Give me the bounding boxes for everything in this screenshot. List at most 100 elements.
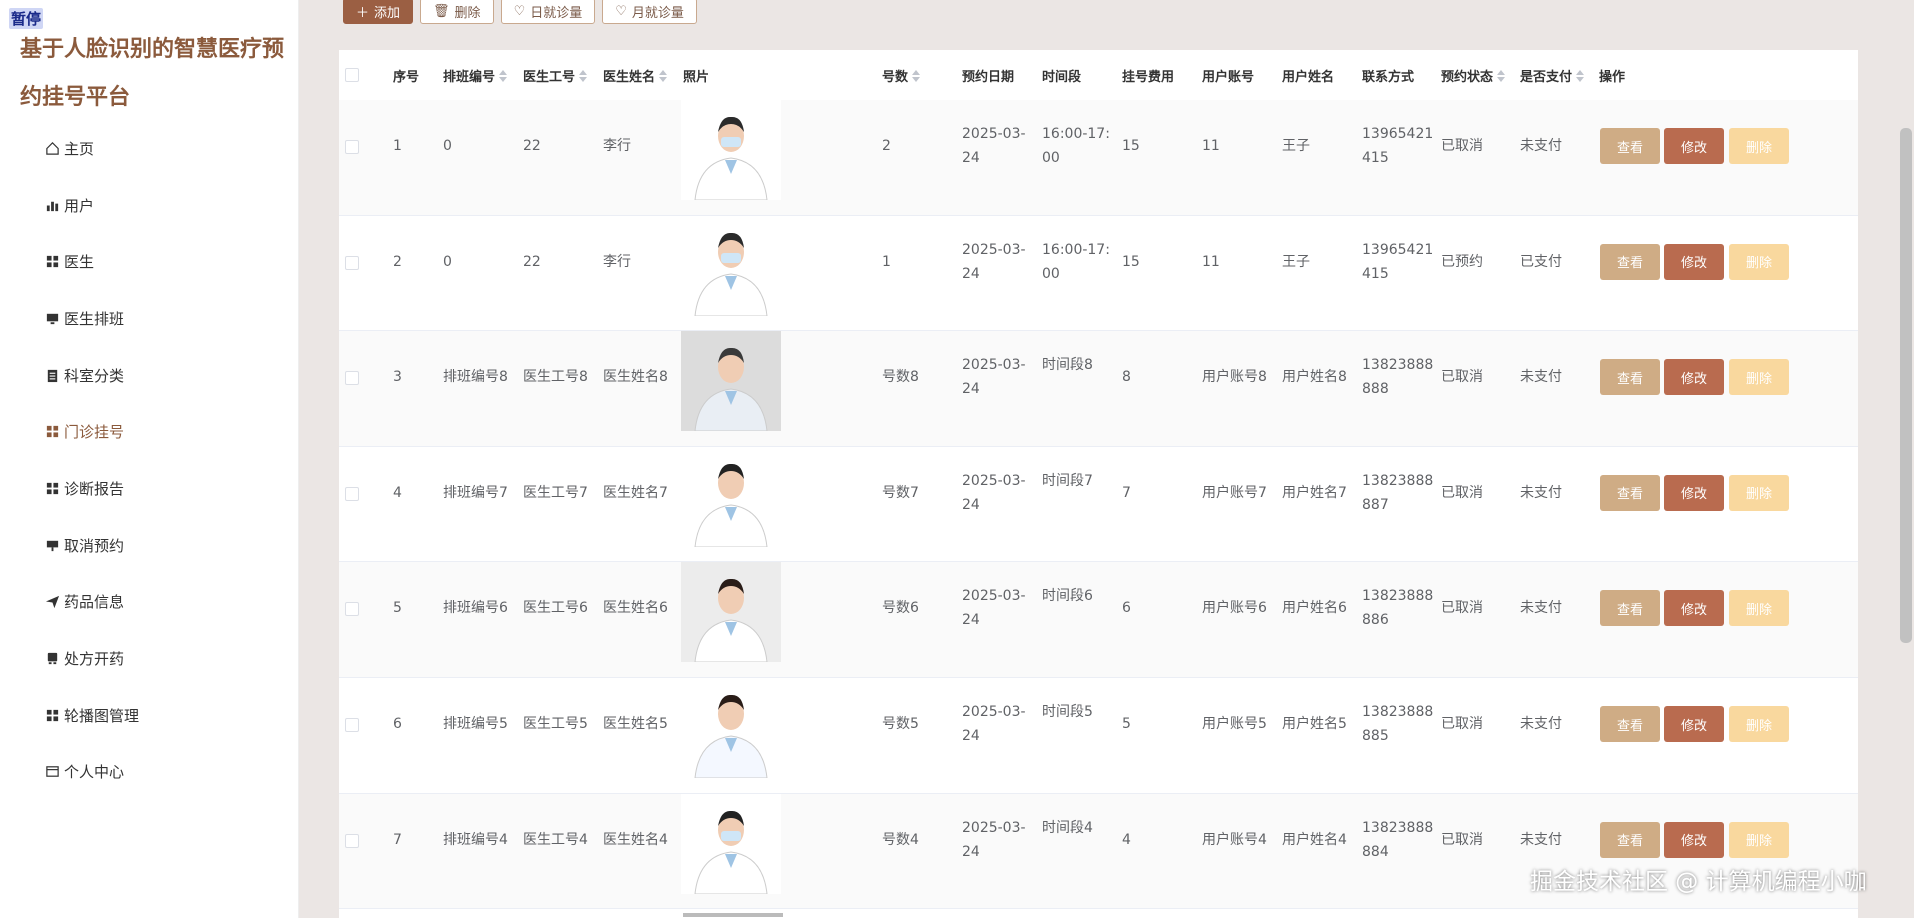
cell-date: 2025-03-24 bbox=[962, 704, 1026, 744]
row-checkbox[interactable] bbox=[345, 602, 359, 617]
column-header-label: 联系方式 bbox=[1362, 70, 1415, 85]
row-delete-button[interactable]: 删除 bbox=[1729, 821, 1789, 858]
cell-index: 1 bbox=[393, 138, 402, 154]
sidebar-item-6[interactable]: 门诊挂号 bbox=[0, 403, 299, 460]
row-view-button[interactable]: 查看 bbox=[1600, 474, 1660, 511]
sidebar-item-12[interactable]: 个人中心 bbox=[0, 744, 299, 801]
column-header-schedule-no[interactable]: 排班编号 bbox=[443, 66, 508, 85]
row-delete-button[interactable]: 删除 bbox=[1729, 474, 1789, 511]
cell-doctor-name: 医生姓名6 bbox=[603, 600, 668, 617]
row-delete-button[interactable]: 删除 bbox=[1729, 128, 1789, 164]
row-edit-button[interactable]: 修改 bbox=[1664, 359, 1724, 396]
sidebar-item-11[interactable]: 轮播图管理 bbox=[0, 687, 299, 744]
monthly-visits-button[interactable]: ♡ 月就诊量 bbox=[602, 0, 697, 24]
cell-paid: 已支付 bbox=[1520, 253, 1562, 270]
column-header-label: 序号 bbox=[393, 70, 420, 85]
cell-paid: 未支付 bbox=[1520, 484, 1562, 501]
sort-icon[interactable] bbox=[1576, 69, 1585, 82]
column-header-label: 操作 bbox=[1599, 70, 1626, 85]
delete-button[interactable]: 🗑 删除 bbox=[420, 0, 494, 24]
row-edit-button[interactable]: 修改 bbox=[1664, 243, 1724, 280]
row-view-button[interactable]: 查看 bbox=[1600, 359, 1660, 396]
delete-button-label: 删除 bbox=[454, 5, 481, 21]
row-view-button[interactable]: 查看 bbox=[1600, 590, 1660, 627]
cell-date: 2025-03-24 bbox=[962, 588, 1026, 629]
column-header-status[interactable]: 预约状态 bbox=[1441, 66, 1506, 85]
cell-schedule-no: 排班编号4 bbox=[443, 831, 508, 848]
column-header-actions: 操作 bbox=[1599, 66, 1625, 85]
cell-time-slot: 时间段6 bbox=[1042, 588, 1093, 605]
daily-visits-button[interactable]: ♡ 日就诊量 bbox=[500, 0, 596, 24]
column-header-doctor-name[interactable]: 医生姓名 bbox=[603, 66, 668, 85]
column-header-label: 医生工号 bbox=[523, 70, 576, 85]
row-delete-button[interactable]: 删除 bbox=[1729, 243, 1789, 280]
column-header-label: 预约状态 bbox=[1441, 70, 1494, 85]
column-header-doctor-no[interactable]: 医生工号 bbox=[523, 66, 588, 85]
cell-user-account: 用户账号7 bbox=[1202, 484, 1267, 501]
sidebar-item-4[interactable]: 医生排班 bbox=[0, 290, 299, 347]
column-header-user-name: 用户姓名 bbox=[1282, 66, 1334, 85]
sidebar-item-7[interactable]: 诊断报告 bbox=[0, 460, 299, 517]
sidebar-item-10[interactable]: 处方开药 bbox=[0, 630, 299, 687]
heart-icon: ♡ bbox=[615, 3, 627, 19]
horizontal-scrollbar[interactable] bbox=[683, 913, 783, 917]
row-edit-button[interactable]: 修改 bbox=[1664, 821, 1724, 858]
sidebar-item-2[interactable]: 用户 bbox=[0, 177, 299, 234]
row-checkbox[interactable] bbox=[345, 371, 359, 386]
sidebar-item-9[interactable]: 药品信息 bbox=[0, 574, 299, 631]
row-edit-button[interactable]: 修改 bbox=[1664, 128, 1724, 164]
cell-index: 4 bbox=[393, 484, 402, 501]
row-delete-button[interactable]: 删除 bbox=[1729, 359, 1789, 396]
row-checkbox[interactable] bbox=[345, 718, 359, 732]
cell-paid: 未支付 bbox=[1520, 716, 1562, 732]
row-view-button[interactable]: 查看 bbox=[1600, 706, 1660, 742]
cell-date: 2025-03-24 bbox=[962, 126, 1026, 166]
doctor-photo bbox=[681, 562, 781, 663]
sidebar-item-3[interactable]: 医生 bbox=[0, 233, 299, 290]
row-view-button[interactable]: 查看 bbox=[1600, 821, 1660, 858]
row-edit-button[interactable]: 修改 bbox=[1664, 590, 1724, 627]
column-header-paid[interactable]: 是否支付 bbox=[1520, 66, 1585, 85]
row-checkbox[interactable] bbox=[345, 140, 359, 154]
table-header: 序号 排班编号 医生工号 医生姓名 照片 号数 预约日期 时间段 挂号费用 用户账号 用户姓名 联系方… bbox=[339, 50, 1858, 100]
row-checkbox[interactable] bbox=[345, 833, 359, 848]
cell-date: 2025-03-24 bbox=[962, 241, 1026, 282]
cell-doctor-name: 医生姓名7 bbox=[603, 484, 668, 501]
cell-index: 7 bbox=[393, 831, 402, 848]
cell-schedule-no: 排班编号8 bbox=[443, 369, 508, 386]
sort-icon[interactable] bbox=[579, 69, 588, 82]
cell-fee: 5 bbox=[1122, 716, 1131, 732]
sidebar-item-1[interactable]: 主页 bbox=[0, 120, 299, 177]
cell-time-slot: 时间段5 bbox=[1042, 704, 1093, 720]
sort-icon[interactable] bbox=[659, 69, 668, 82]
cell-user-account: 用户账号6 bbox=[1202, 600, 1267, 617]
column-header-time-slot: 时间段 bbox=[1042, 66, 1081, 85]
select-all-checkbox[interactable] bbox=[345, 68, 359, 82]
row-delete-button[interactable]: 删除 bbox=[1729, 590, 1789, 627]
cell-number: 号数5 bbox=[882, 716, 919, 732]
row-view-button[interactable]: 查看 bbox=[1600, 243, 1660, 280]
sort-icon[interactable] bbox=[1497, 69, 1506, 82]
cell-number: 号数4 bbox=[882, 831, 919, 848]
row-delete-button[interactable]: 删除 bbox=[1729, 706, 1789, 742]
grid-icon bbox=[44, 424, 60, 440]
vertical-scrollbar[interactable] bbox=[1900, 128, 1912, 643]
sidebar-item-8[interactable]: 取消预约 bbox=[0, 517, 299, 574]
row-edit-button[interactable]: 修改 bbox=[1664, 474, 1724, 511]
sort-icon[interactable] bbox=[912, 69, 921, 82]
row-checkbox[interactable] bbox=[345, 486, 359, 501]
cell-contact: 13965421415 bbox=[1362, 126, 1434, 166]
cell-doctor-name: 医生姓名5 bbox=[603, 716, 668, 732]
row-checkbox[interactable] bbox=[345, 255, 359, 270]
sort-icon[interactable] bbox=[499, 69, 508, 82]
add-button[interactable]: ＋添加 bbox=[343, 0, 414, 24]
column-header-number[interactable]: 号数 bbox=[882, 66, 921, 85]
cell-number: 2 bbox=[882, 138, 891, 154]
row-edit-button[interactable]: 修改 bbox=[1664, 706, 1724, 742]
row-view-button[interactable]: 查看 bbox=[1600, 128, 1660, 164]
sidebar-item-5[interactable]: 科室分类 bbox=[0, 347, 299, 404]
watermark: 掘金技术社区 @ 计算机编程小咖 bbox=[1530, 869, 1867, 895]
sidebar-menu: 主页 用户 医生 医生排班 科室分类 门诊挂号 诊断报告 取消预约 药品信息 处方开药 轮播图管理个… bbox=[0, 120, 299, 800]
cell-number: 号数6 bbox=[882, 600, 919, 617]
cell-paid: 未支付 bbox=[1520, 138, 1562, 154]
